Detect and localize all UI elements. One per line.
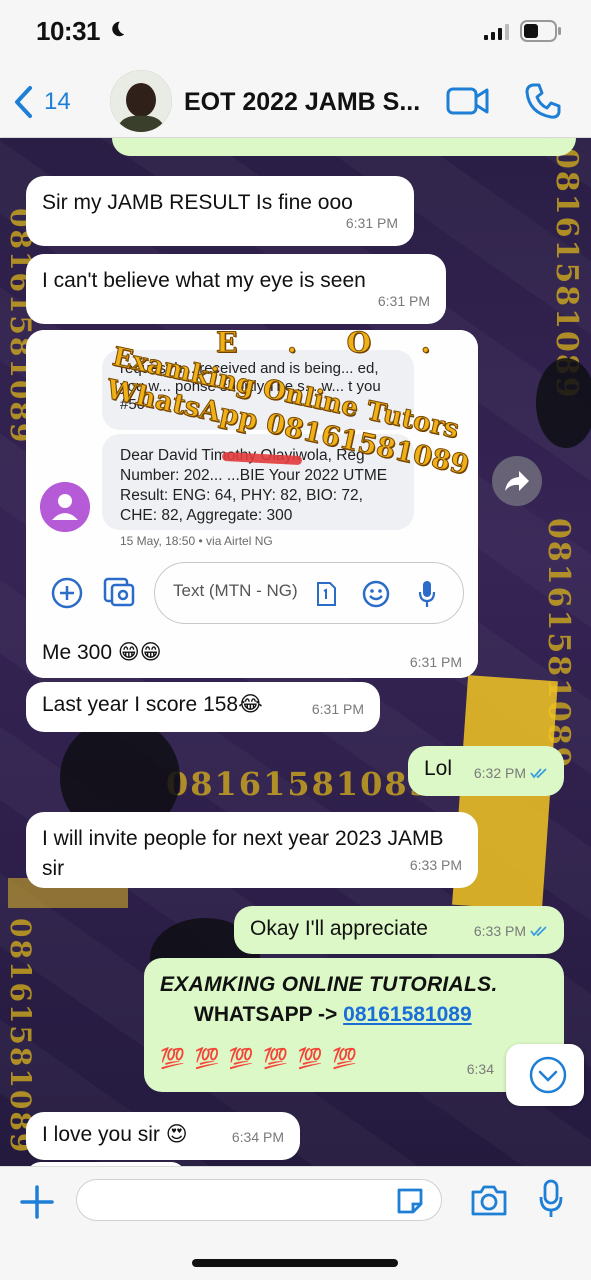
message-incoming[interactable]: I will invite people for next year 2023 … (26, 812, 478, 888)
sms-compose-bar: Text (MTN - NG) (26, 558, 478, 632)
chat-title[interactable]: EOT 2022 JAMB S... (184, 88, 420, 117)
message-outgoing[interactable]: 6:30 PM (112, 138, 576, 156)
sms-screenshot[interactable]: request h... received and is being... ed… (26, 330, 478, 678)
video-call-button[interactable] (446, 84, 490, 118)
wallpaper-number-center: 08161581089 (166, 765, 433, 803)
message-meta: 6:31 PM (312, 694, 364, 724)
sticker-icon[interactable] (394, 1185, 426, 1217)
scroll-to-bottom-button[interactable] (506, 1044, 584, 1106)
message-text: Lol (424, 757, 453, 780)
message-text: I will invite people for next year 2023 … (42, 827, 444, 880)
message-outgoing[interactable]: Lol 6:32 PM (408, 746, 564, 796)
sms-date: 15 May, 18:50 • via Airtel NG (120, 534, 273, 548)
message-text: I love you sir 😍 (42, 1123, 188, 1146)
message-time: 6:34 (466, 1061, 494, 1077)
message-meta: 6:31 PM (378, 286, 430, 316)
message-time: 6:31 PM (311, 701, 364, 717)
plus-circle-icon (51, 577, 83, 609)
read-ticks-icon (530, 926, 547, 937)
signal-icon (484, 24, 509, 40)
chevron-down-icon (529, 1056, 567, 1094)
camera-icon[interactable] (470, 1183, 508, 1217)
message-incoming[interactable]: I can't believe what my eye is seen 6:31… (26, 254, 446, 324)
avatar-image (110, 70, 172, 132)
message-meta: 6:31 PM (346, 208, 398, 238)
back-button[interactable]: 14 (12, 82, 92, 122)
message-text: Last year I score 158😂 (42, 693, 263, 716)
message-text: I can't believe what my eye is seen (42, 269, 366, 292)
message-time: 6:32 PM (473, 765, 526, 781)
microphone-icon[interactable] (538, 1179, 564, 1219)
message-meta: 6:30 PM (486, 138, 560, 148)
composer-bar (0, 1166, 591, 1280)
message-incoming[interactable]: I love you sir 😍 6:34 PM (26, 1112, 300, 1160)
message-time: 6:31 PM (409, 654, 462, 670)
whatsapp-number-link[interactable]: 08161581089 (343, 1003, 471, 1026)
contact-avatar-icon (40, 482, 90, 532)
read-ticks-icon (545, 138, 551, 139)
unread-count: 14 (44, 88, 71, 115)
promo-title: EXAMKING ONLINE TUTORIALS. (160, 973, 498, 996)
image-message[interactable]: request h... received and is being... ed… (26, 330, 478, 678)
gallery-icon (103, 577, 135, 607)
message-meta: 6:33 PM (410, 850, 462, 880)
sim-icon (317, 582, 336, 606)
read-ticks-icon (530, 768, 547, 779)
sms-placeholder: Text (MTN - NG) (173, 581, 298, 600)
message-incoming[interactable]: Sir my JAMB RESULT Is fine ooo 6:31 PM (26, 176, 414, 246)
watermark-eot: E . O . T (215, 330, 478, 360)
chat-area[interactable]: 08161581089 08161581089 08161581089 0816… (0, 138, 591, 1166)
message-meta: 6:32 PM (474, 758, 548, 788)
message-meta: 6:34 PM (232, 1122, 284, 1152)
microphone-icon (418, 581, 436, 607)
message-time: 6:31 PM (377, 293, 430, 309)
message-meta: 6:34 (467, 1054, 494, 1084)
promo-whatsapp-line: WHATSAPP -> 08161581089 (194, 1000, 548, 1030)
voice-call-button[interactable] (524, 82, 562, 120)
message-time: 6:34 PM (231, 1129, 284, 1145)
plus-icon[interactable] (18, 1183, 56, 1221)
chevron-left-icon (15, 86, 32, 118)
message-time: 6:31 PM (345, 215, 398, 231)
battery-icon (520, 20, 561, 42)
promo-whatsapp-label: WHATSAPP -> (194, 1003, 338, 1026)
emoji-icon (362, 580, 390, 608)
image-caption: Me 300 😁😁 (42, 641, 162, 664)
sms-text-field: Text (MTN - NG) (154, 562, 464, 624)
status-time: 10:31 (36, 16, 101, 46)
moon-icon (112, 21, 125, 37)
message-time: 6:30 PM (486, 138, 538, 148)
message-meta: 6:33 PM (474, 916, 548, 946)
share-arrow-icon (505, 471, 529, 491)
message-outgoing-promo[interactable]: EXAMKING ONLINE TUTORIALS. WHATSAPP -> 0… (144, 958, 564, 1092)
message-incoming[interactable]: Last year I score 158😂 6:31 PM (26, 682, 380, 732)
status-bar: 10:31 (0, 0, 591, 62)
chat-header: 14 EOT 2022 JAMB S... (0, 62, 591, 138)
home-indicator (192, 1259, 398, 1267)
message-input[interactable] (76, 1179, 442, 1221)
message-outgoing[interactable]: Okay I'll appreciate 6:33 PM (234, 906, 564, 954)
wallpaper-shape (536, 358, 591, 448)
message-text: Sir my JAMB RESULT Is fine ooo (42, 191, 353, 214)
group-avatar[interactable] (110, 70, 172, 132)
message-time: 6:33 PM (473, 923, 526, 939)
message-text: Okay I'll appreciate (250, 917, 428, 940)
forward-button[interactable] (492, 456, 542, 506)
message-time: 6:33 PM (409, 857, 462, 873)
